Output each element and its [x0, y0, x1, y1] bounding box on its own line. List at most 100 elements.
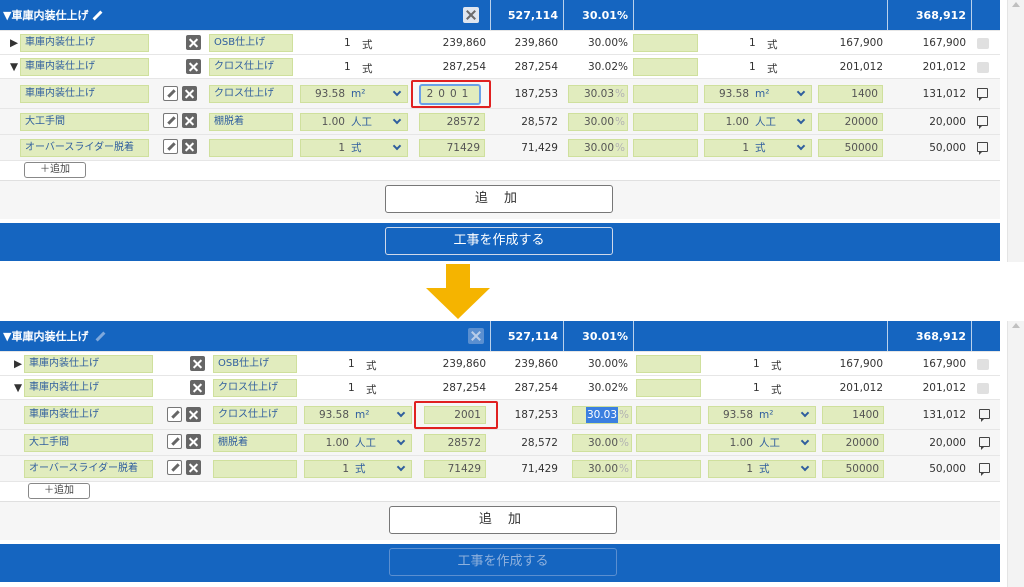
close-box-icon[interactable] — [463, 7, 479, 23]
add-detail-button[interactable]: ＋追加 — [24, 162, 86, 178]
create-construction-button[interactable]: 工事を作成する — [385, 227, 613, 255]
item-name-field[interactable]: 大工手間 — [24, 434, 153, 452]
section-title[interactable]: ▼車庫内装仕上げ — [3, 0, 88, 31]
qty-unit-select[interactable]: 1 式 — [300, 139, 408, 157]
pencil-icon[interactable] — [95, 331, 106, 342]
cost-qty-unit-select[interactable]: 93.58 m² — [708, 406, 816, 424]
unit-price-input[interactable]: 71429 — [419, 139, 485, 157]
unit-price-input[interactable]: 71429 — [424, 460, 486, 478]
empty-field[interactable] — [633, 85, 698, 103]
comment-icon[interactable] — [979, 409, 990, 422]
empty-field[interactable] — [633, 34, 698, 52]
close-box-icon[interactable] — [190, 380, 205, 395]
cost-qty-unit-select[interactable]: 1 式 — [708, 460, 816, 478]
qty-unit-select[interactable]: 93.58 m² — [300, 85, 408, 103]
item-name-field[interactable]: 車庫内装仕上げ — [24, 406, 153, 424]
empty-field[interactable] — [636, 434, 701, 452]
thumb-up-icon[interactable] — [977, 62, 989, 73]
qty-unit-select[interactable]: 1.00 人工 — [300, 113, 408, 131]
create-construction-button[interactable]: 工事を作成する — [389, 548, 617, 576]
spec-field[interactable]: クロス仕上げ — [209, 58, 293, 76]
close-box-icon[interactable] — [190, 356, 205, 371]
close-box-icon[interactable] — [186, 434, 201, 449]
spec-field[interactable]: 棚脱着 — [209, 113, 293, 131]
comment-icon[interactable] — [977, 116, 988, 129]
item-name-field[interactable]: 車庫内装仕上げ — [20, 85, 149, 103]
qty-unit-select[interactable]: 1 式 — [304, 460, 412, 478]
spec-field[interactable]: OSB仕上げ — [213, 355, 297, 373]
cost-price-input[interactable]: 1400 — [818, 85, 883, 103]
comment-icon[interactable] — [979, 463, 990, 476]
comment-icon[interactable] — [979, 437, 990, 450]
cost-qty-unit-select[interactable]: 1.00 人工 — [708, 434, 816, 452]
unit-price-input[interactable]: 28572 — [424, 434, 486, 452]
close-box-icon[interactable] — [186, 35, 201, 50]
thumb-up-icon[interactable] — [977, 38, 989, 49]
empty-field[interactable] — [633, 58, 698, 76]
item-name-field[interactable]: 大工手間 — [20, 113, 149, 131]
rate-field[interactable]: 30.03 % — [568, 85, 628, 103]
rate-field[interactable]: 30.00 % — [568, 139, 628, 157]
cost-qty-unit-select[interactable]: 1.00 人工 — [704, 113, 812, 131]
empty-field[interactable] — [633, 139, 698, 157]
close-box-icon[interactable] — [186, 59, 201, 74]
scroll-up-arrow-icon[interactable] — [1012, 323, 1020, 328]
cost-qty-unit-select[interactable]: 93.58 m² — [704, 85, 812, 103]
close-box-icon[interactable] — [186, 407, 201, 422]
close-box-icon[interactable] — [468, 328, 484, 344]
cost-price-input[interactable]: 20000 — [822, 434, 884, 452]
close-box-icon[interactable] — [186, 460, 201, 475]
add-detail-button[interactable]: ＋追加 — [28, 483, 90, 499]
rate-field[interactable]: 30.03 % — [572, 406, 632, 424]
spec-field[interactable]: OSB仕上げ — [209, 34, 293, 52]
edit-icon[interactable] — [163, 139, 178, 154]
rate-field[interactable]: 30.00 % — [568, 113, 628, 131]
collapse-toggle[interactable]: ▼ — [14, 382, 22, 394]
empty-field[interactable] — [636, 379, 701, 397]
add-section-button[interactable]: 追 加 — [389, 506, 617, 534]
empty-field[interactable] — [636, 460, 701, 478]
close-box-icon[interactable] — [182, 139, 197, 154]
comment-icon[interactable] — [977, 88, 988, 101]
empty-field[interactable] — [636, 355, 701, 373]
qty-unit-select[interactable]: 93.58 m² — [304, 406, 412, 424]
vertical-scrollbar[interactable] — [1007, 321, 1024, 587]
cost-qty-unit-select[interactable]: 1 式 — [704, 139, 812, 157]
section-title[interactable]: ▼車庫内装仕上げ — [3, 321, 88, 352]
spec-field[interactable] — [209, 139, 293, 157]
cost-price-input[interactable]: 50000 — [822, 460, 884, 478]
cost-price-input[interactable]: 50000 — [818, 139, 883, 157]
empty-field[interactable] — [636, 406, 701, 424]
edit-icon[interactable] — [163, 113, 178, 128]
item-name-field[interactable]: 車庫内装仕上げ — [20, 34, 149, 52]
close-box-icon[interactable] — [182, 113, 197, 128]
unit-price-input[interactable]: 28572 — [419, 113, 485, 131]
thumb-up-icon[interactable] — [977, 359, 989, 370]
expand-toggle[interactable]: ▶ — [10, 37, 18, 49]
spec-field[interactable]: クロス仕上げ — [213, 406, 297, 424]
comment-icon[interactable] — [977, 142, 988, 155]
collapse-toggle[interactable]: ▼ — [10, 61, 18, 73]
item-name-field[interactable]: 車庫内装仕上げ — [24, 379, 153, 397]
rate-field[interactable]: 30.00 % — [572, 434, 632, 452]
empty-field[interactable] — [633, 113, 698, 131]
cost-price-input[interactable]: 20000 — [818, 113, 883, 131]
edit-icon[interactable] — [163, 86, 178, 101]
item-name-field[interactable]: オーバースライダー脱着 — [20, 139, 149, 157]
edit-icon[interactable] — [167, 460, 182, 475]
rate-field[interactable]: 30.00 % — [572, 460, 632, 478]
item-name-field[interactable]: 車庫内装仕上げ — [20, 58, 149, 76]
spec-field[interactable]: クロス仕上げ — [209, 85, 293, 103]
edit-icon[interactable] — [167, 407, 182, 422]
spec-field[interactable] — [213, 460, 297, 478]
vertical-scrollbar[interactable] — [1007, 0, 1024, 262]
cost-price-input[interactable]: 1400 — [822, 406, 884, 424]
spec-field[interactable]: クロス仕上げ — [213, 379, 297, 397]
edit-icon[interactable] — [167, 434, 182, 449]
item-name-field[interactable]: 車庫内装仕上げ — [24, 355, 153, 373]
item-name-field[interactable]: オーバースライダー脱着 — [24, 460, 153, 478]
expand-toggle[interactable]: ▶ — [14, 358, 22, 370]
pencil-icon[interactable] — [92, 10, 103, 21]
add-section-button[interactable]: 追 加 — [385, 185, 613, 213]
close-box-icon[interactable] — [182, 86, 197, 101]
